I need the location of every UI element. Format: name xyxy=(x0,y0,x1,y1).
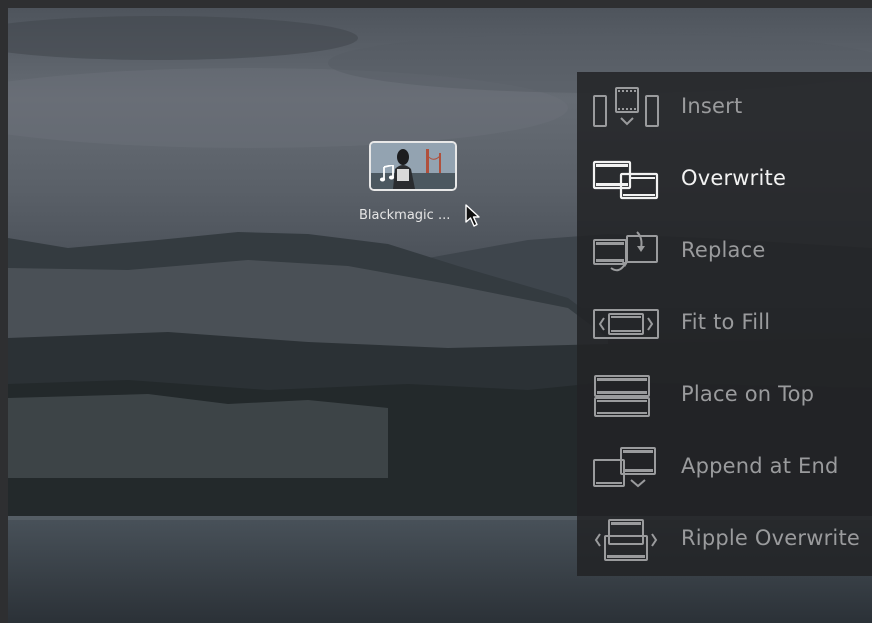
overlay-item-label: Ripple Overwrite xyxy=(681,526,861,550)
overlay-item-overwrite[interactable]: Overwrite xyxy=(577,144,872,216)
insert-icon xyxy=(593,87,659,127)
overlay-item-append-at-end[interactable]: Append at End xyxy=(577,432,872,504)
overlay-item-label: Place on Top xyxy=(681,382,815,406)
overlay-item-label: Replace xyxy=(681,238,766,262)
overlay-item-fit-to-fill[interactable]: Fit to Fill xyxy=(577,288,872,360)
overlay-item-insert[interactable]: Insert xyxy=(577,72,872,144)
dragged-clip-label: Blackmagic ... xyxy=(359,208,451,223)
overlay-item-label: Insert xyxy=(681,94,743,118)
edit-overlay-menu: Insert Overwrite Replace Fit to Fill Pla… xyxy=(577,72,872,576)
overlay-item-label: Append at End xyxy=(681,454,839,478)
overlay-item-label: Fit to Fill xyxy=(681,310,771,334)
place-on-top-icon xyxy=(594,375,650,417)
dragged-clip-thumbnail[interactable] xyxy=(369,141,457,191)
overwrite-icon xyxy=(592,160,659,200)
overlay-item-place-on-top[interactable]: Place on Top xyxy=(577,360,872,432)
fit-to-fill-icon xyxy=(593,309,659,339)
ripple-overwrite-icon xyxy=(594,519,658,561)
append-at-end-icon xyxy=(593,447,656,488)
music-note-icon xyxy=(379,165,395,182)
overlay-item-ripple-overwrite[interactable]: Ripple Overwrite xyxy=(577,504,872,576)
overlay-item-label: Overwrite xyxy=(681,166,787,190)
replace-icon xyxy=(593,231,658,272)
overlay-item-replace[interactable]: Replace xyxy=(577,216,872,288)
mouse-cursor-icon xyxy=(465,204,480,227)
